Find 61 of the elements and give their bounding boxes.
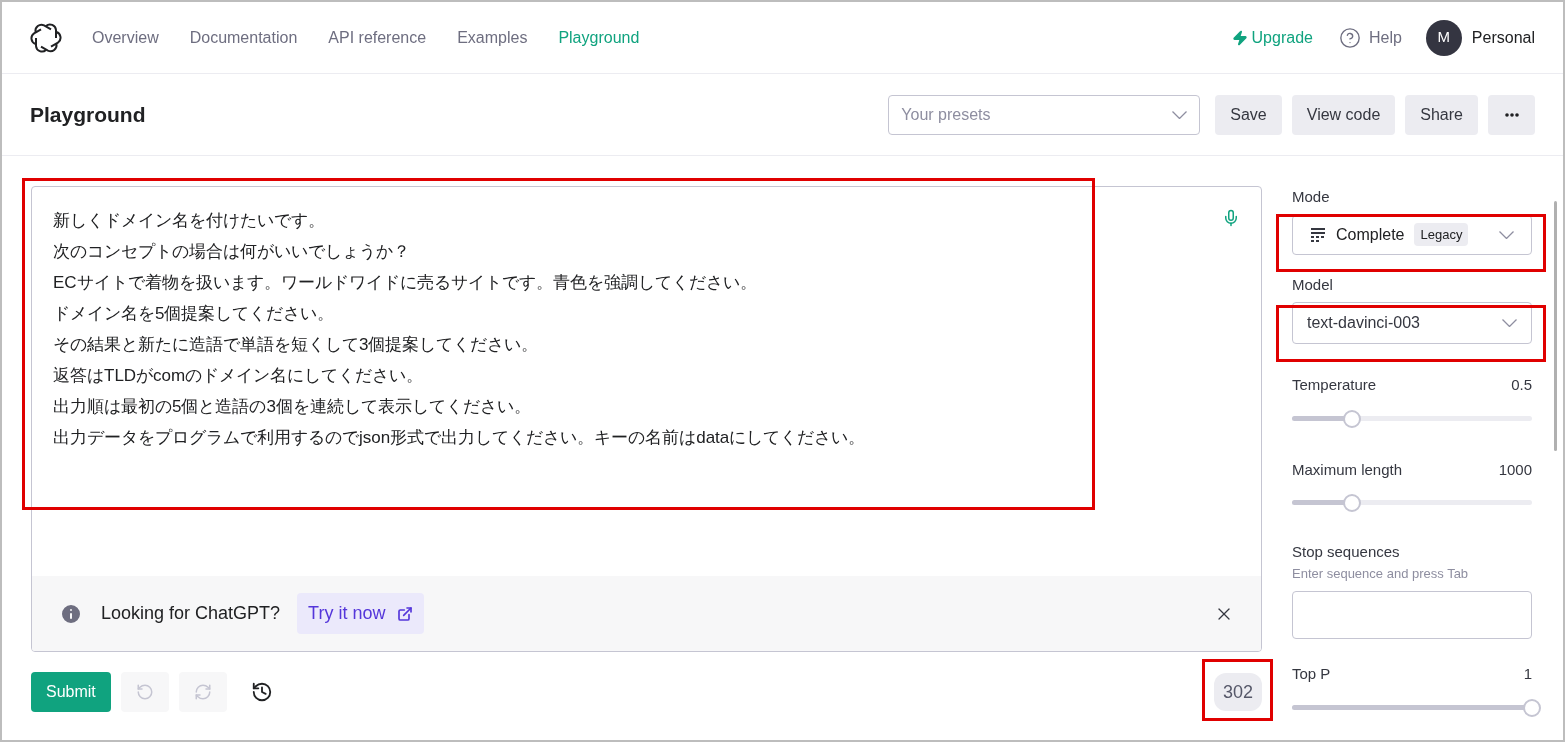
stop-sequences-hint: Enter sequence and press Tab [1292, 564, 1470, 583]
toolbar-button[interactable]: Share [1405, 94, 1478, 135]
page-title: Playground [30, 101, 146, 128]
microphone-icon [1222, 209, 1240, 227]
help-link[interactable]: Help [1338, 25, 1402, 50]
prompt-line: ドメイン名を5個提案してください。 [53, 303, 336, 325]
slider-value: 1000 [1498, 459, 1532, 480]
submit-button[interactable]: Submit [31, 672, 111, 712]
slider-thumb[interactable] [1523, 698, 1541, 717]
slider[interactable] [1292, 697, 1541, 718]
nav-link[interactable]: Examples [457, 25, 528, 50]
nav-link[interactable]: Playground [558, 25, 640, 50]
prompt-line: ECサイトで着物を扱います。ワールドワイドに売るサイトです。青色を強調してください。 [53, 272, 758, 294]
mode-value: Complete [1336, 224, 1405, 245]
avatar[interactable]: M [1425, 19, 1462, 56]
presets-dropdown[interactable]: Your presets [888, 94, 1201, 135]
slider-label: Top P [1292, 664, 1331, 684]
slider-value: 1 [1523, 664, 1532, 684]
model-dropdown[interactable]: text-davinci-003 [1292, 302, 1532, 344]
token-count: 302 [1213, 673, 1262, 711]
nav-link[interactable]: API reference [328, 25, 427, 50]
chevron-down-icon [1172, 110, 1188, 119]
slider-label: Temperature [1292, 375, 1377, 395]
undo-icon [135, 683, 154, 701]
legacy-tag: Legacy [1414, 222, 1469, 247]
stop-sequences-field[interactable] [1292, 591, 1532, 639]
help-icon [1338, 26, 1361, 49]
annotation-frame [1202, 659, 1273, 721]
nav-link[interactable]: Overview [92, 25, 159, 50]
slider-label: Maximum length [1292, 459, 1403, 480]
slider-thumb[interactable] [1343, 494, 1361, 512]
more-button[interactable] [1488, 94, 1535, 135]
prompt-editor[interactable] [31, 186, 1262, 652]
scrollbar[interactable] [1554, 201, 1557, 451]
nav-link[interactable]: Documentation [189, 25, 298, 50]
mode-label: Mode [1292, 187, 1331, 207]
account-name[interactable]: Personal [1471, 25, 1535, 50]
toolbar-button[interactable]: Save [1215, 94, 1282, 135]
logo-icon[interactable] [30, 21, 62, 54]
chevron-down-icon [1499, 230, 1514, 239]
prompt-line: 出力順は最初の5個と造語の3個を連続して表示してください。 [53, 396, 532, 418]
history-icon [250, 681, 273, 703]
try-it-now-link[interactable]: Try it now [297, 593, 425, 634]
slider-value: 0.5 [1511, 375, 1532, 395]
upgrade-link[interactable]: Upgrade [1231, 25, 1313, 50]
prompt-line: 新しくドメイン名を付けたいです。 [53, 210, 326, 232]
stop-sequences-label: Stop sequences [1292, 542, 1401, 562]
mode-icon [1310, 226, 1326, 243]
model-label: Model [1292, 274, 1334, 295]
external-link-icon [397, 605, 414, 622]
toolbar-button[interactable]: View code [1291, 94, 1396, 135]
chevron-down-icon [1502, 319, 1517, 327]
prompt-line: その結果と新たに造語で単語を短くして3個提案してください。 [53, 334, 540, 356]
banner-text: Looking for ChatGPT? [101, 602, 281, 625]
more-icon [1504, 112, 1519, 117]
redo-icon [193, 683, 212, 701]
slider-thumb[interactable] [1343, 409, 1361, 428]
lightning-icon [1231, 29, 1248, 46]
prompt-line: 出力データをプログラムで利用するのでjson形式で出力してください。キーの名前はdataにしてください。 [53, 427, 867, 449]
prompt-line: 返答はTLDがcomのドメイン名にしてください。 [53, 365, 425, 387]
prompt-line: 次のコンセプトの場合は何がいいでしょうか？ [53, 241, 411, 263]
